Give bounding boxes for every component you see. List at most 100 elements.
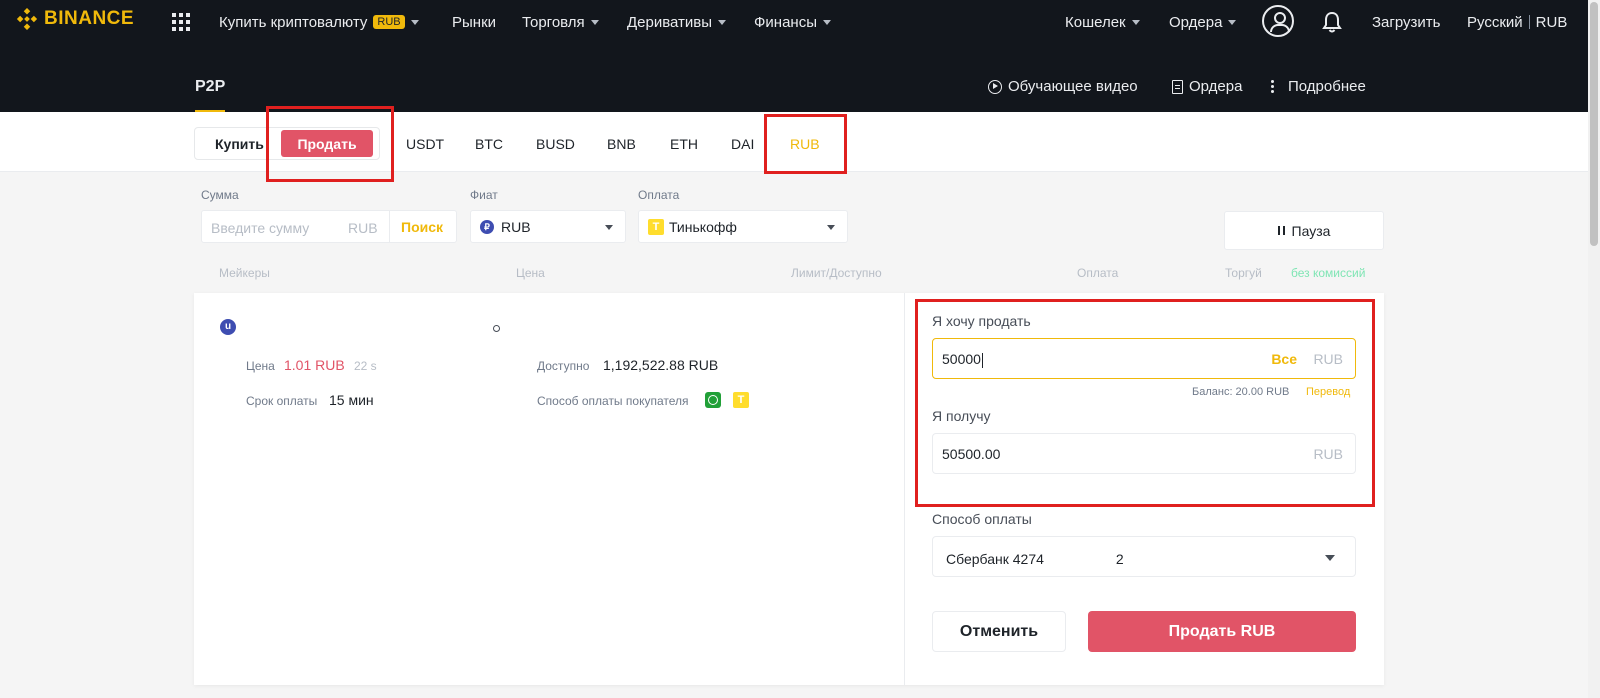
asset-tab-eth[interactable]: ETH: [670, 136, 698, 152]
nav-markets[interactable]: Рынки: [452, 0, 496, 44]
chevron-down-icon: [718, 19, 727, 25]
card-divider: [904, 293, 905, 685]
payment-term-label: Срок оплаты: [246, 394, 318, 408]
available-label: Доступно: [537, 359, 590, 373]
payment-method-select[interactable]: Сбербанк 4274 2: [932, 536, 1356, 577]
tutorial-video-link[interactable]: Обучающее видео: [988, 78, 1138, 95]
divider: [1528, 15, 1530, 29]
receive-amount-value: 50500.00: [942, 446, 1001, 462]
user-profile-icon[interactable]: [1262, 5, 1294, 37]
nav-download[interactable]: Загрузить: [1372, 0, 1441, 44]
payment-term-value: 15 мин: [329, 392, 374, 408]
bell-icon[interactable]: [1322, 11, 1342, 33]
more-link-label: Подробнее: [1288, 78, 1366, 95]
cancel-button[interactable]: Отменить: [932, 611, 1066, 652]
asset-tab-dai[interactable]: DAI: [731, 136, 754, 152]
payment-method-label: Способ оплаты: [932, 511, 1032, 527]
column-limit: Лимит/Доступно: [791, 266, 882, 280]
payment-method-value: Сбербанк 4274 2: [946, 550, 1124, 567]
chevron-down-icon: [1325, 555, 1335, 561]
nav-buy-crypto-label: Купить криптовалюту: [219, 13, 368, 31]
buy-sell-toggle: Купить Продать: [194, 127, 380, 160]
asset-tab-rub[interactable]: RUB: [790, 136, 820, 152]
fiat-label: Фиат: [470, 188, 498, 202]
price-value: 1.01 RUB: [284, 357, 345, 373]
document-icon: [1172, 79, 1183, 94]
chevron-down-icon: [827, 225, 835, 230]
receive-amount-input[interactable]: 50500.00 RUB: [932, 433, 1356, 474]
price-label: Цена: [246, 359, 275, 373]
asset-tab-btc[interactable]: BTC: [475, 136, 503, 152]
amount-filter: Введите сумму RUB Поиск: [201, 210, 457, 243]
top-navigation: BINANCE Купить криптовалюту RUB Рынки То…: [0, 0, 1600, 44]
logo-text: BINANCE: [44, 8, 135, 29]
buy-tab[interactable]: Купить: [215, 136, 264, 152]
sell-submit-button[interactable]: Продать RUB: [1088, 611, 1356, 652]
sell-amount-input[interactable]: 50000 Все RUB: [932, 338, 1356, 379]
column-price: Цена: [516, 266, 545, 280]
divider: [389, 211, 390, 242]
binance-logo-icon: [16, 8, 38, 30]
chevron-down-icon: [1131, 19, 1140, 25]
page-title[interactable]: P2P: [195, 78, 225, 96]
nav-derivatives-label: Деривативы: [627, 13, 713, 31]
payment-label: Оплата: [638, 188, 680, 202]
column-payment: Оплата: [1077, 266, 1119, 280]
sell-amount-value: 50000: [942, 351, 983, 368]
more-link[interactable]: Подробнее: [1271, 78, 1366, 95]
scrollbar-thumb[interactable]: [1590, 2, 1598, 246]
nav-wallet[interactable]: Кошелек: [1065, 0, 1140, 44]
binance-logo[interactable]: BINANCE: [16, 8, 134, 30]
transfer-link[interactable]: Перевод: [1306, 386, 1350, 398]
nav-finance[interactable]: Финансы: [754, 0, 831, 44]
nav-orders[interactable]: Ордера: [1169, 0, 1237, 44]
chevron-down-icon: [410, 19, 419, 25]
chevron-down-icon: [605, 225, 613, 230]
nav-finance-label: Финансы: [754, 13, 817, 31]
currency-label: RUB: [1535, 13, 1568, 31]
orders-link[interactable]: Ордера: [1172, 78, 1242, 95]
asset-tab-bnb[interactable]: BNB: [607, 136, 636, 152]
orders-link-label: Ордера: [1189, 78, 1243, 95]
tutorial-video-label: Обучающее видео: [1008, 78, 1138, 95]
sberbank-icon: [705, 392, 721, 408]
no-fee-badge: без комиссий: [1291, 266, 1366, 280]
apps-grid-icon[interactable]: [172, 13, 190, 31]
balance-text: Баланс: 20.00 RUB: [1192, 386, 1290, 398]
pause-button-label: Пауза: [1291, 222, 1331, 239]
amount-input[interactable]: Введите сумму: [211, 220, 309, 236]
nav-trade[interactable]: Торговля: [522, 0, 599, 44]
asset-tabs-bar: Купить Продать USDT BTC BUSD BNB ETH DAI…: [0, 112, 1600, 172]
want-sell-label: Я хочу продать: [932, 313, 1031, 329]
fiat-select-value: RUB: [501, 219, 531, 235]
receive-label: Я получу: [932, 408, 991, 424]
price-timer: 22 s: [354, 359, 377, 373]
payment-select[interactable]: T Тинькофф: [638, 210, 848, 243]
chevron-down-icon: [822, 19, 831, 25]
nav-wallet-label: Кошелек: [1065, 13, 1126, 31]
chevron-down-icon: [590, 19, 599, 25]
pause-button[interactable]: Пауза: [1224, 211, 1384, 250]
p2p-subheader: P2P Обучающее видео Ордера Подробнее: [0, 44, 1600, 112]
nav-derivatives[interactable]: Деривативы: [627, 0, 727, 44]
nav-download-label: Загрузить: [1372, 13, 1441, 31]
nav-language-currency[interactable]: Русский RUB: [1467, 0, 1567, 44]
sell-tab[interactable]: Продать: [281, 130, 373, 157]
all-button[interactable]: Все: [1271, 351, 1297, 367]
search-button[interactable]: Поиск: [401, 219, 443, 235]
buyer-payment-label: Способ оплаты покупателя: [537, 394, 689, 408]
maker-avatar[interactable]: u: [220, 319, 236, 335]
nav-buy-crypto[interactable]: Купить криптовалюту RUB: [219, 0, 419, 44]
receive-amount-unit: RUB: [1313, 446, 1343, 462]
nav-orders-label: Ордера: [1169, 13, 1223, 31]
chevron-down-icon: [1228, 19, 1237, 25]
sell-amount-unit: RUB: [1313, 351, 1343, 367]
page-scrollbar[interactable]: [1588, 0, 1600, 698]
asset-tab-usdt[interactable]: USDT: [406, 136, 444, 152]
ruble-coin-icon: ₽: [480, 220, 494, 234]
tinkoff-icon: T: [648, 219, 664, 235]
status-dot-icon: [493, 325, 500, 332]
play-icon: [988, 79, 1002, 94]
fiat-select[interactable]: ₽ RUB: [470, 210, 626, 243]
asset-tab-busd[interactable]: BUSD: [536, 136, 575, 152]
